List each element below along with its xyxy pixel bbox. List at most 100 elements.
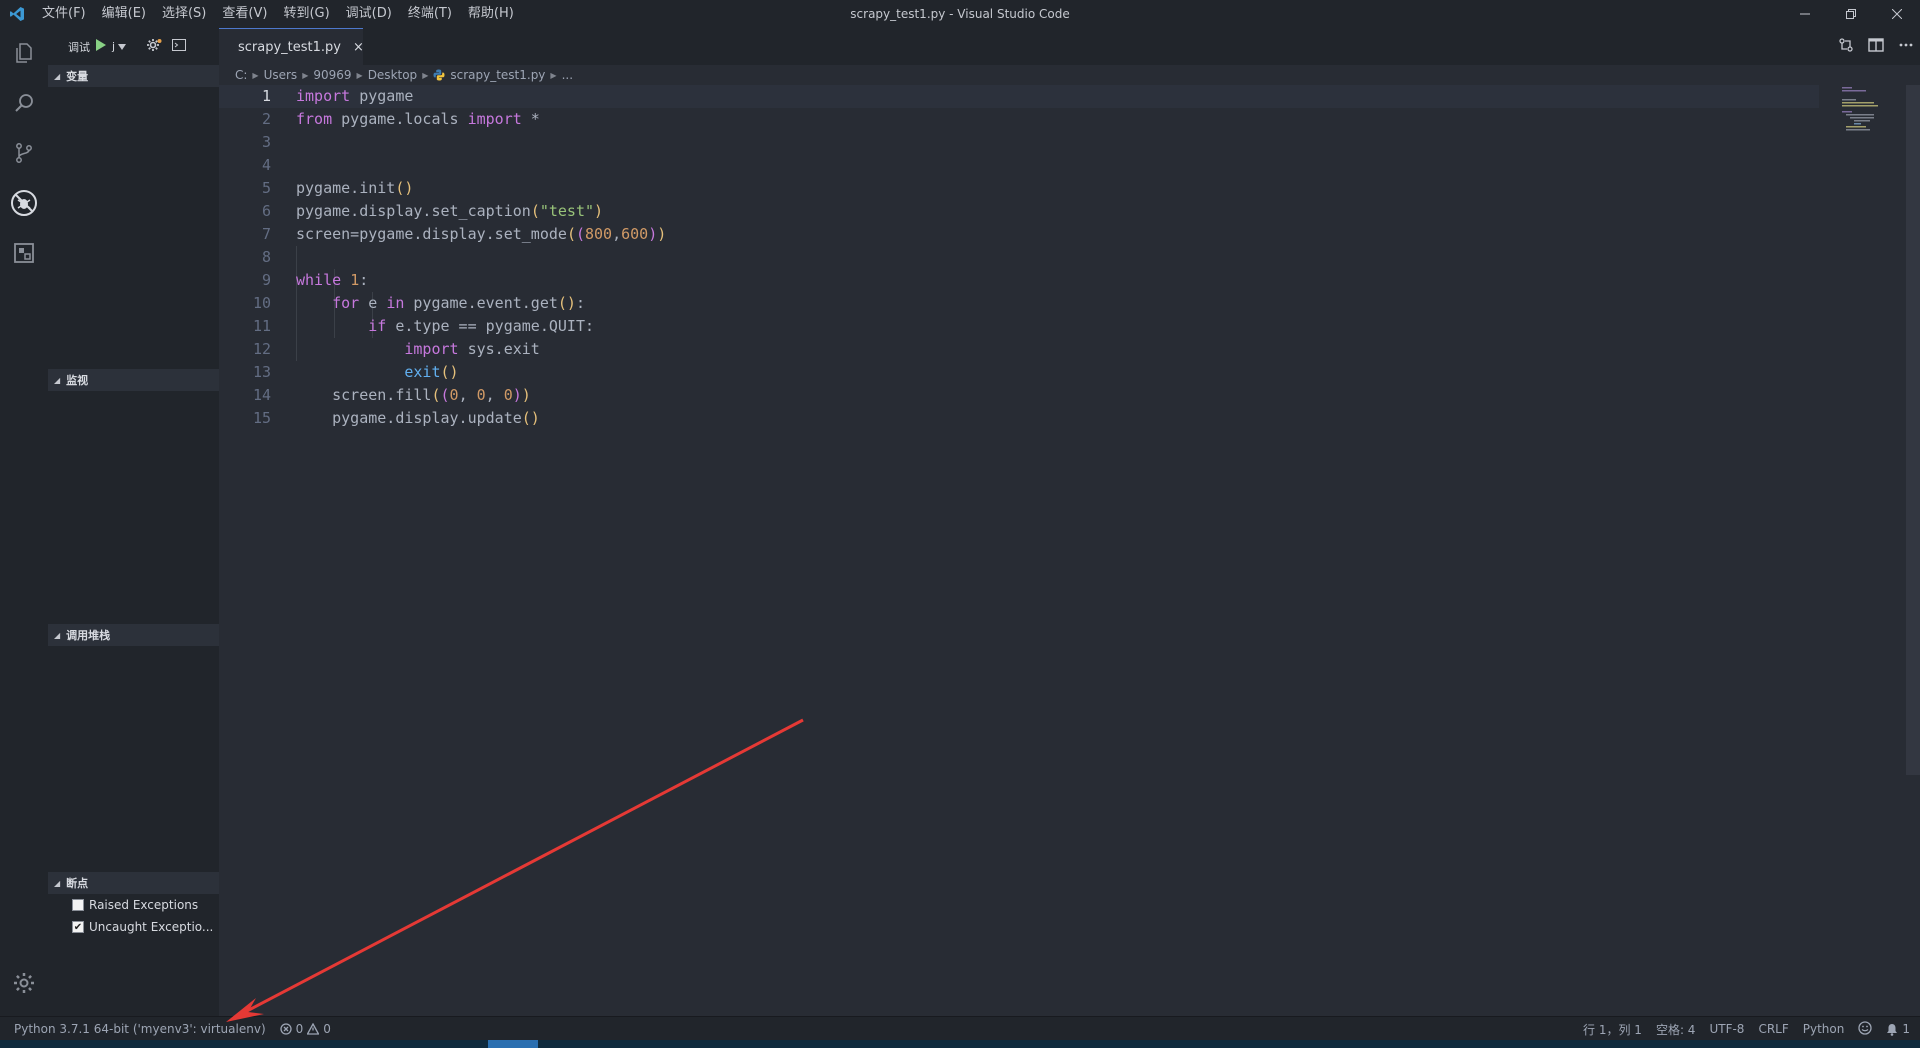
tab-label: scrapy_test1.py xyxy=(238,39,341,55)
minimize-button[interactable] xyxy=(1782,0,1828,28)
encoding-status[interactable]: UTF-8 xyxy=(1709,1022,1744,1036)
breakpoints-section-header[interactable]: ◢ 断点 xyxy=(48,872,219,894)
debug-label: 调试 xyxy=(68,40,90,54)
line-number: 4 xyxy=(261,156,271,174)
vertical-scrollbar[interactable] xyxy=(1906,85,1920,775)
line-number: 6 xyxy=(261,202,271,220)
explorer-button[interactable] xyxy=(0,28,48,78)
code-editor[interactable]: 1 import pygame 2 from pygame.locals impor… xyxy=(219,85,1920,1016)
variables-section-header[interactable]: ◢ 变量 xyxy=(48,65,219,87)
play-icon xyxy=(96,39,106,51)
files-icon xyxy=(16,43,32,63)
restore-icon xyxy=(1846,9,1856,19)
checked-checkbox[interactable]: ✔ xyxy=(72,921,84,933)
more-actions-button[interactable] xyxy=(1898,37,1914,57)
breadcrumb-symbol[interactable]: ... xyxy=(562,68,573,82)
gear-icon xyxy=(14,973,34,993)
code-text: import pygame xyxy=(296,87,414,105)
debug-toolbar: 调试 j xyxy=(48,28,219,65)
menu-debug[interactable]: 调试(D) xyxy=(338,0,400,28)
warning-count: 0 xyxy=(323,1021,331,1036)
watch-panel xyxy=(48,391,219,624)
code-line: 15 pygame.display.update() xyxy=(219,407,1819,430)
notifications-button[interactable]: 1 xyxy=(1886,1022,1910,1036)
menu-file[interactable]: 文件(F) xyxy=(34,0,94,28)
feedback-button[interactable] xyxy=(1858,1020,1873,1038)
taskbar-active-indicator xyxy=(488,1040,538,1048)
callstack-section-header[interactable]: ◢ 调用堆栈 xyxy=(48,624,219,646)
split-editor-button[interactable] xyxy=(1868,37,1884,57)
breadcrumb-desktop[interactable]: Desktop xyxy=(368,68,418,82)
tab-close-button[interactable]: × xyxy=(353,40,364,55)
code-line: 2 from pygame.locals import * xyxy=(219,108,1819,131)
tab-scrapy-test1[interactable]: scrapy_test1.py × xyxy=(219,28,364,65)
activity-bar xyxy=(0,28,48,1016)
error-count: 0 xyxy=(295,1021,304,1036)
breadcrumb-file[interactable]: scrapy_test1.py xyxy=(450,68,545,82)
menu-view[interactable]: 查看(V) xyxy=(214,0,275,28)
chevron-right-icon: ▶ xyxy=(550,70,557,80)
debug-config-select[interactable]: j xyxy=(112,40,127,53)
breadcrumb-drive[interactable]: C: xyxy=(235,68,247,82)
indentation-status[interactable]: 空格: 4 xyxy=(1656,1021,1696,1038)
line-number: 1 xyxy=(261,87,271,105)
debug-button[interactable] xyxy=(0,178,48,228)
code-text: import sys.exit xyxy=(404,340,540,358)
unchecked-checkbox[interactable] xyxy=(72,899,84,911)
code-line: 10 for e in pygame.event.get(): xyxy=(219,292,1819,315)
code-text: screen=pygame.display.set_mode((800,600)… xyxy=(296,225,667,243)
menu-edit[interactable]: 编辑(E) xyxy=(94,0,154,28)
debug-console-button[interactable] xyxy=(172,39,187,54)
code-text: for e in pygame.event.get(): xyxy=(332,294,585,312)
code-line: 9 while 1: xyxy=(219,269,1819,292)
code-text: while 1: xyxy=(296,271,369,289)
breadcrumb-users[interactable]: Users xyxy=(264,68,298,82)
cursor-position-status[interactable]: 行 1，列 1 xyxy=(1583,1021,1642,1038)
extensions-button[interactable] xyxy=(0,228,48,278)
editor-tab-bar: scrapy_test1.py × xyxy=(219,28,1920,65)
breadcrumb-user[interactable]: 90969 xyxy=(313,68,351,82)
watch-section-header[interactable]: ◢ 监视 xyxy=(48,369,219,391)
minimap[interactable] xyxy=(1836,85,1906,145)
open-changes-button[interactable] xyxy=(1838,37,1854,57)
line-number: 10 xyxy=(252,294,271,312)
problems-status[interactable]: 0 0 xyxy=(279,1021,331,1036)
breakpoint-label: Uncaught Exceptio... xyxy=(89,920,214,934)
start-debugging-button[interactable] xyxy=(96,39,106,54)
error-icon xyxy=(279,1022,292,1035)
settings-button[interactable] xyxy=(0,958,48,1008)
code-line: 12 import sys.exit xyxy=(219,338,1819,361)
debug-settings-button[interactable] xyxy=(146,38,162,55)
code-line: 14 screen.fill((0, 0, 0)) xyxy=(219,384,1819,407)
language-mode-status[interactable]: Python xyxy=(1803,1022,1845,1036)
python-interpreter-status[interactable]: Python 3.7.1 64-bit ('myenv3': virtualen… xyxy=(14,1022,266,1036)
callstack-panel xyxy=(48,646,219,872)
breakpoint-uncaught-exceptions[interactable]: ✔ Uncaught Exceptio... xyxy=(48,916,219,938)
menu-help[interactable]: 帮助(H) xyxy=(460,0,522,28)
triangle-down-icon: ◢ xyxy=(54,71,61,81)
code-line: 4 xyxy=(219,154,1819,177)
minimize-icon xyxy=(1800,13,1810,15)
extensions-icon xyxy=(14,243,34,263)
bell-icon xyxy=(1887,1023,1898,1036)
restore-button[interactable] xyxy=(1828,0,1874,28)
line-number: 2 xyxy=(261,110,271,128)
code-text: from pygame.locals import * xyxy=(296,110,540,128)
eol-status[interactable]: CRLF xyxy=(1758,1022,1788,1036)
triangle-down-icon: ◢ xyxy=(54,375,61,385)
status-right: 行 1，列 1 空格: 4 UTF-8 CRLF Python 1 xyxy=(1583,1017,1910,1041)
smiley-icon xyxy=(1858,1020,1873,1035)
menu-go[interactable]: 转到(G) xyxy=(275,0,337,28)
variables-title: 变量 xyxy=(66,70,89,83)
menu-selection[interactable]: 选择(S) xyxy=(154,0,214,28)
menu-terminal[interactable]: 终端(T) xyxy=(400,0,460,28)
close-icon xyxy=(1892,9,1902,19)
debug-icon xyxy=(11,190,37,216)
search-button[interactable] xyxy=(0,78,48,128)
window-controls xyxy=(1782,0,1920,28)
code-text: pygame.display.update() xyxy=(296,409,540,427)
breakpoint-raised-exceptions[interactable]: Raised Exceptions xyxy=(48,894,219,916)
close-window-button[interactable] xyxy=(1874,0,1920,28)
variables-panel xyxy=(48,87,219,369)
source-control-button[interactable] xyxy=(0,128,48,178)
